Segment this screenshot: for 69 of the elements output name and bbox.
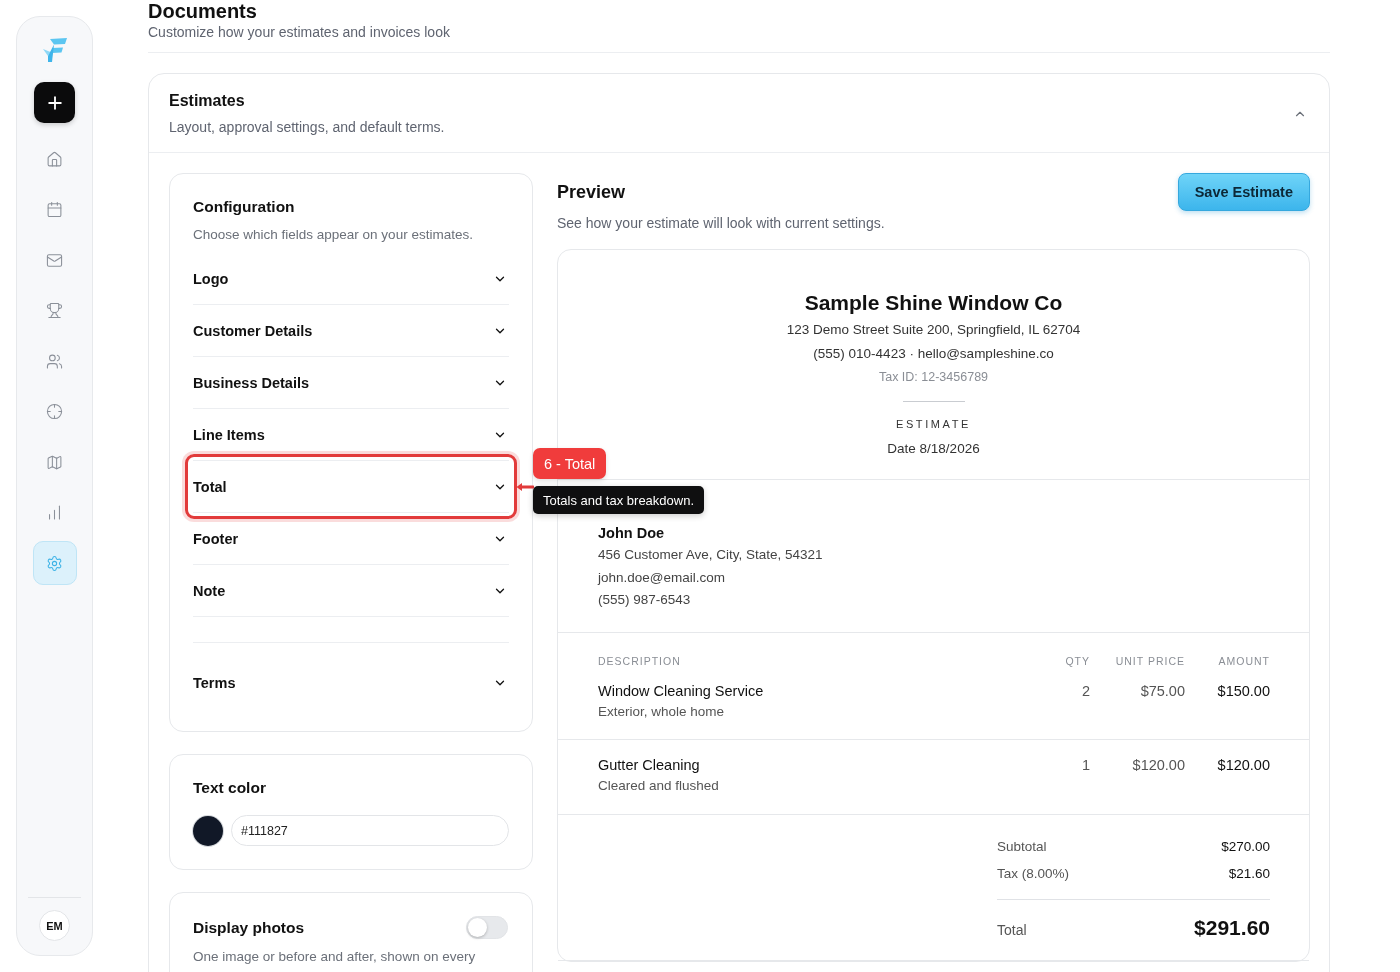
field-row[interactable]: Customer Details <box>193 305 509 356</box>
company-name: Sample Shine Window Co <box>804 290 1063 316</box>
page-subtitle: Customize how your estimates and invoices look <box>148 22 1330 53</box>
map-icon <box>46 453 63 471</box>
customer-detail: john.doe@email.com <box>598 568 727 587</box>
field-row[interactable]: Terms <box>193 657 509 708</box>
home-icon <box>46 150 63 168</box>
column-header: DESCRIPTION <box>598 653 681 669</box>
mail-icon <box>46 251 63 269</box>
item-name: Window Cleaning Service <box>598 681 765 701</box>
field-row[interactable]: Line Items <box>193 409 509 460</box>
unit-price-cell-text: $120.00 <box>1132 755 1185 775</box>
document-type: ESTIMATE <box>896 417 971 432</box>
column-header: AMOUNT <box>1218 653 1270 669</box>
add-button[interactable] <box>34 82 75 123</box>
step-badge: 6 - Total <box>533 448 607 479</box>
crosshair-icon <box>46 403 63 420</box>
column-header: QTY <box>1065 653 1090 669</box>
amount-cell-text: $120.00 <box>1217 755 1270 775</box>
color-swatch-icon[interactable] <box>193 815 223 846</box>
bar-chart-icon <box>46 504 63 521</box>
total-value: $21.60 <box>1228 866 1270 881</box>
field-row[interactable]: Total <box>193 461 509 512</box>
toggle-switch[interactable] <box>466 916 508 939</box>
users-icon <box>46 352 63 370</box>
card-title: Text color <box>193 778 267 798</box>
field-row[interactable]: Footer <box>193 513 509 564</box>
field-row[interactable]: Note <box>193 565 509 616</box>
logo-icon[interactable] <box>40 36 69 64</box>
section-subtitle: Layout, approval settings, and default terms. <box>169 118 445 137</box>
tax-id: Tax ID: 12-3456789 <box>878 369 989 386</box>
settings-icon <box>46 554 63 572</box>
page-title: Documents <box>148 0 258 22</box>
field-row[interactable]: Logo <box>193 253 509 304</box>
nav-button[interactable] <box>32 541 77 585</box>
item-detail: Exterior, whole home <box>598 702 726 721</box>
quantity-cell-text: 1 <box>1081 755 1090 775</box>
user-avatar[interactable]: EM <box>39 910 70 941</box>
quantity-cell-text: 2 <box>1081 681 1090 701</box>
card-title: Configuration <box>193 197 296 217</box>
trophy-icon <box>46 302 63 319</box>
grand-total-label: Total <box>997 921 1027 938</box>
total-label: Subtotal <box>997 839 1047 854</box>
grand-total-value: $291.60 <box>1194 915 1270 940</box>
customer-detail: (555) 987-6543 <box>598 591 692 609</box>
card-description: One image or before and after, shown on every <box>193 948 477 965</box>
preview-title: Preview <box>557 181 627 204</box>
save-button[interactable]: Save Estimate <box>1177 173 1310 211</box>
company-address: 123 Demo Street Suite 200, Springfield, IL 62704 <box>786 321 1081 339</box>
tooltip: Totals and tax breakdown. <box>533 486 705 514</box>
color-input[interactable]: #111827 <box>231 815 509 846</box>
unit-price-cell-text: $75.00 <box>1140 681 1185 701</box>
item-name: Gutter Cleaning <box>598 755 701 775</box>
document-date: Date 8/18/2026 <box>887 440 980 458</box>
amount-cell-text: $150.00 <box>1217 681 1270 701</box>
total-label: Tax (8.00%) <box>997 866 1070 881</box>
field-row[interactable]: Business Details <box>193 357 509 408</box>
card-subtitle: Choose which fields appear on your estimates. <box>193 226 474 244</box>
column-header: UNIT PRICE <box>1115 653 1185 669</box>
section-title: Estimates <box>169 91 246 111</box>
pointer-arrow <box>516 482 534 492</box>
company-contact: (555) 010-4423 · hello@sampleshine.co <box>813 345 1054 363</box>
total-value: $270.00 <box>1221 839 1270 854</box>
customer-name: John Doe <box>598 524 666 543</box>
customer-detail: 456 Customer Ave, City, State, 54321 <box>598 546 824 564</box>
card-title: Display photos <box>193 917 305 938</box>
preview-subtitle: See how your estimate will look with current settings. <box>557 214 885 233</box>
calendar-icon <box>46 201 63 218</box>
item-detail: Cleared and flushed <box>598 776 720 795</box>
